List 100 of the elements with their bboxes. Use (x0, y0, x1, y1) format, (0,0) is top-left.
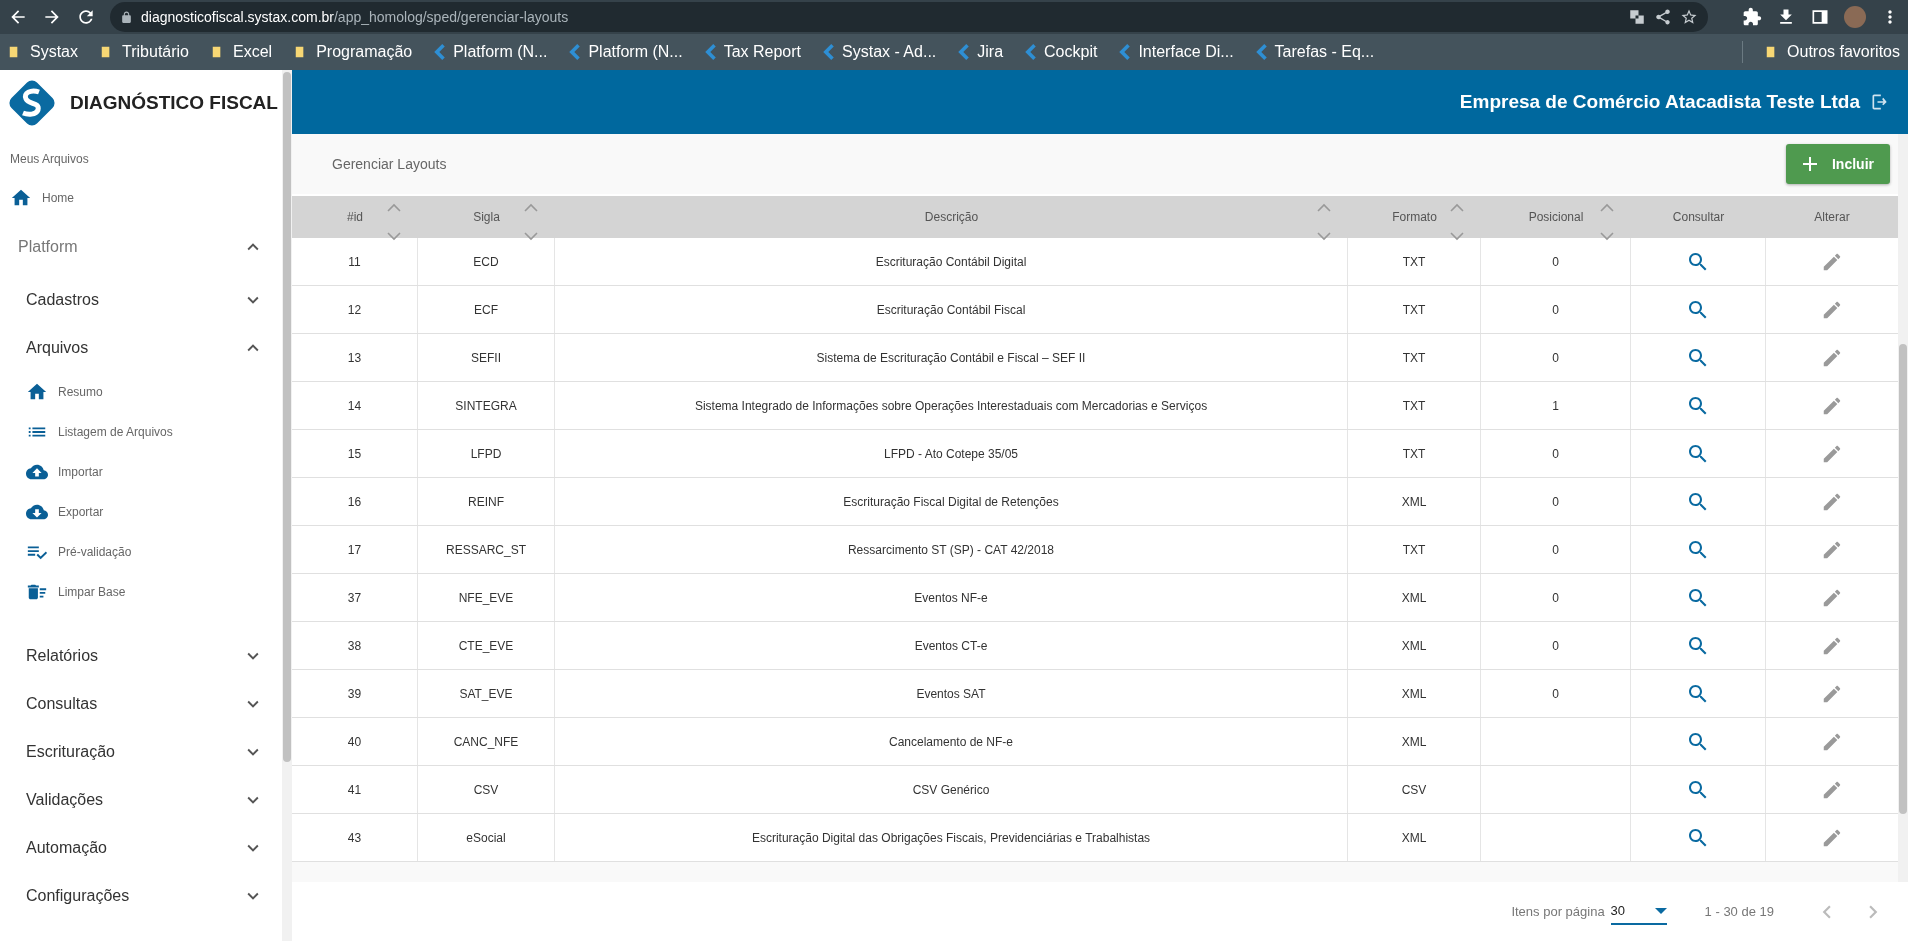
nav-group[interactable]: Arquivos (0, 324, 282, 372)
reload-icon[interactable] (76, 7, 96, 27)
puzzle-icon[interactable] (1742, 7, 1762, 27)
column-header[interactable]: Sigla (473, 210, 500, 224)
side-panel-icon[interactable] (1810, 7, 1830, 27)
table-cell: 16 (347, 494, 362, 509)
table-cell: Eventos CT-e (914, 638, 988, 653)
table-cell: 0 (1552, 686, 1559, 701)
bookmark-logo-icon (1025, 44, 1037, 60)
column-header: Alterar (1814, 210, 1850, 224)
table-cell: 0 (1552, 542, 1559, 557)
table-cell: XML (1401, 734, 1427, 749)
table-cell: CTE_EVE (458, 638, 514, 653)
lock-icon (120, 10, 133, 24)
table-cell: SAT_EVE (459, 686, 513, 701)
table-cell: NFE_EVE (458, 590, 514, 605)
company-name: Empresa de Comércio Atacadista Teste Ltda (1459, 91, 1860, 113)
share-icon[interactable] (1654, 8, 1672, 26)
star-icon[interactable] (1680, 8, 1698, 26)
bookmark[interactable]: Tributário (100, 43, 189, 61)
table-cell: 14 (347, 398, 362, 413)
bookmark[interactable]: Platform (N... (434, 43, 548, 61)
sort-icon[interactable] (1449, 202, 1465, 242)
nav-group[interactable]: Configurações (0, 872, 282, 920)
nav-group[interactable]: Validações (0, 776, 282, 824)
table-cell: Escrituração Contábil Digital (875, 254, 1027, 269)
table-cell: SEFII (471, 350, 501, 365)
bookmark[interactable]: Jira (958, 43, 1004, 61)
nav-item[interactable]: Pré-validação (0, 532, 282, 572)
table-cell: TXT (1402, 302, 1426, 317)
table-cell: Sistema de Escrituração Contábil e Fiscal – SEF II (816, 350, 1086, 365)
table-cell: 1 (1552, 398, 1559, 413)
table-cell: 37 (347, 590, 362, 605)
url-path: /app_homolog/sped/gerenciar-layouts (333, 9, 569, 25)
nav-group[interactable]: Consultas (0, 680, 282, 728)
table-cell: Escrituração Digital das Obrigações Fiscais, Previdenciárias e Trabalhistas (751, 830, 1151, 845)
table-cell: 0 (1552, 590, 1559, 605)
table-cell: 12 (347, 302, 362, 317)
table-cell: 0 (1552, 446, 1559, 461)
bookmark[interactable]: Platform (N... (569, 43, 683, 61)
bookmark[interactable]: Cockpit (1025, 43, 1098, 61)
nav-item[interactable]: Home (0, 178, 282, 218)
nav-item[interactable]: Resumo (0, 372, 282, 412)
sort-icon[interactable] (386, 202, 402, 242)
page-size-select[interactable]: 30 (1610, 898, 1667, 925)
table-cell: XML (1401, 686, 1427, 701)
table-cell: 43 (347, 830, 362, 845)
nav-group[interactable]: Escrituração (0, 728, 282, 776)
column-header[interactable]: #id (347, 210, 363, 224)
address-bar[interactable]: diagnosticofiscal.systax.com.br/app_homolog/sped/gerenciar-layouts (110, 2, 1708, 32)
nav-group[interactable]: Cadastros (0, 276, 282, 324)
bookmark-folder[interactable]: Outros favoritos (1765, 43, 1900, 61)
table-cell: 0 (1552, 254, 1559, 269)
bookmark[interactable]: Systax - Ad... (823, 43, 937, 61)
app-title: DIAGNÓSTICO FISCAL (70, 92, 278, 114)
nav-item[interactable]: Listagem de Arquivos (0, 412, 282, 452)
bookmark[interactable]: Systax (8, 43, 78, 61)
column-header[interactable]: Formato (1392, 210, 1437, 224)
table-cell: TXT (1402, 398, 1426, 413)
table-cell: CSV (1401, 782, 1427, 797)
bookmark[interactable]: Programação (294, 43, 413, 61)
table-cell: XML (1401, 830, 1427, 845)
bookmark-logo-icon (434, 44, 446, 60)
table-cell: 39 (347, 686, 362, 701)
nav-group[interactable]: Platform (0, 218, 282, 276)
table-cell: 0 (1552, 494, 1559, 509)
column-header[interactable]: Posicional (1528, 210, 1584, 224)
scrollbar-thumb[interactable] (1899, 344, 1907, 814)
table-cell: Sistema Integrado de Informações sobre Operações Interestaduais com Mercadorias e Serviços (694, 398, 1208, 413)
translate-icon[interactable] (1628, 8, 1646, 26)
nav-group[interactable]: Relatórios (0, 632, 282, 680)
nav-item[interactable]: Limpar Base (0, 572, 282, 612)
table-cell: CANC_NFE (453, 734, 519, 749)
table-cell: 0 (1552, 302, 1559, 317)
nav-group[interactable]: Automação (0, 824, 282, 872)
table-cell: TXT (1402, 446, 1426, 461)
nav-item[interactable]: Exportar (0, 492, 282, 532)
bookmark-logo-icon (1255, 44, 1267, 60)
scrollbar-thumb[interactable] (283, 72, 291, 762)
bookmark[interactable]: Tax Report (704, 43, 801, 61)
bookmark[interactable]: Tarefas - Eq... (1255, 43, 1375, 61)
table-cell: REINF (468, 494, 504, 509)
table-cell: XML (1401, 590, 1427, 605)
table-cell: 40 (347, 734, 362, 749)
table-cell: XML (1401, 638, 1427, 653)
table-cell: XML (1401, 494, 1427, 509)
bookmark-logo-icon (569, 44, 581, 60)
table-cell: TXT (1402, 542, 1426, 557)
column-header[interactable]: Descrição (924, 210, 979, 224)
sort-icon[interactable] (523, 202, 539, 242)
bookmark[interactable]: Excel (211, 43, 273, 61)
table-cell: CSV (473, 782, 499, 797)
nav-item[interactable]: Importar (0, 452, 282, 492)
sort-icon[interactable] (1316, 202, 1332, 242)
table-cell: SINTEGRA (455, 398, 517, 413)
table-cell: TXT (1402, 350, 1426, 365)
column-header: Consultar (1672, 210, 1725, 224)
bookmark[interactable]: Interface Di... (1119, 43, 1234, 61)
table-cell: LFPD (470, 446, 502, 461)
sort-icon[interactable] (1599, 202, 1615, 242)
